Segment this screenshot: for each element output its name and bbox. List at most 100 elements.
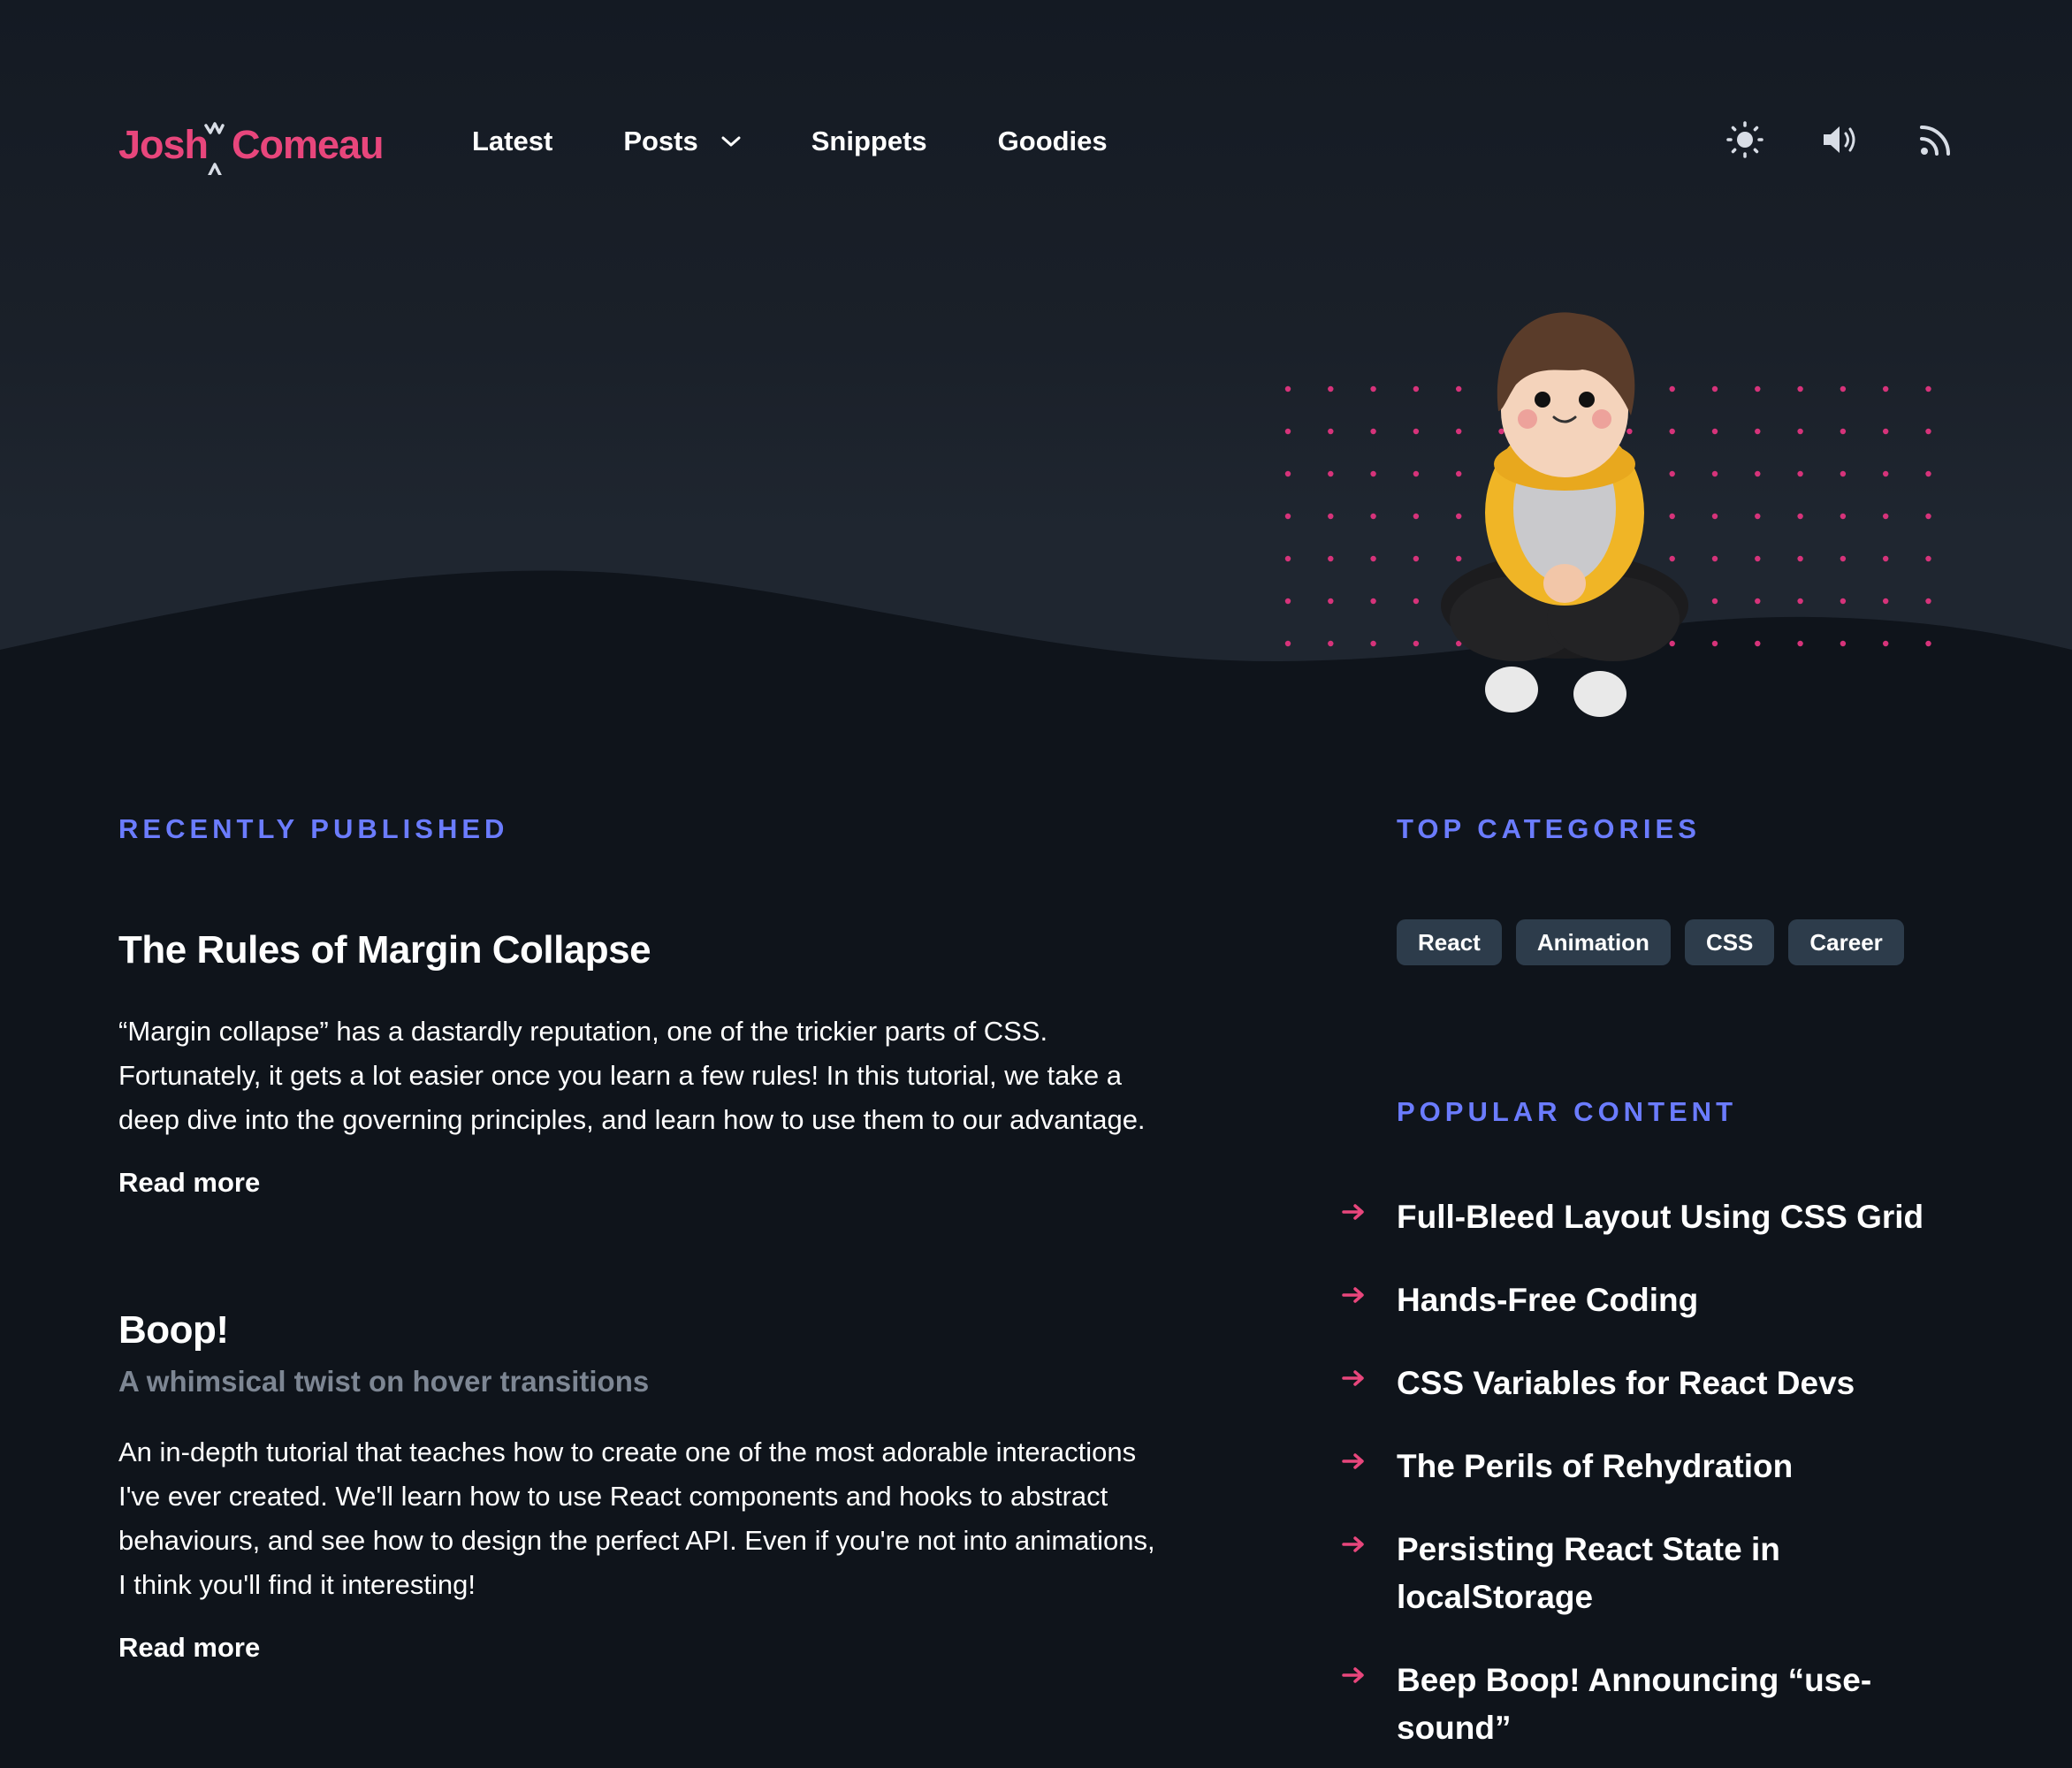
read-more-link[interactable]: Read more	[118, 1632, 260, 1664]
decorative-dot	[1840, 428, 1847, 435]
decorative-dot	[1925, 598, 1931, 605]
decorative-dot	[1755, 640, 1761, 647]
category-chip-css[interactable]: CSS	[1684, 919, 1775, 965]
decorative-dot	[1328, 640, 1334, 647]
popular-item-label: The Perils of Rehydration	[1397, 1448, 1794, 1484]
sound-toggle-button[interactable]	[1819, 118, 1862, 161]
sun-icon	[1726, 121, 1763, 158]
nav-snippets[interactable]: Snippets	[811, 126, 927, 157]
decorative-dot	[1840, 598, 1847, 605]
popular-item[interactable]: Hands-Free Coding	[1342, 1276, 2015, 1324]
decorative-dot	[1328, 513, 1334, 520]
read-more-link[interactable]: Read more	[118, 1167, 260, 1199]
nav-posts[interactable]: Posts	[623, 126, 741, 157]
decorative-dot	[1797, 513, 1803, 520]
decorative-dot	[1883, 555, 1889, 562]
popular-item-line: sound”	[1397, 1710, 1512, 1746]
volume-icon	[1824, 126, 1855, 153]
main-nav: Latest Posts Snippets Goodies	[472, 115, 1178, 168]
post-title[interactable]: The Rules of Margin Collapse	[118, 928, 1250, 972]
decorative-dot	[1370, 555, 1376, 562]
logo-first-name: Josh	[118, 122, 209, 167]
category-chip-animation[interactable]: Animation	[1515, 919, 1671, 965]
decorative-dot	[1797, 640, 1803, 647]
decorative-dot	[1711, 598, 1718, 605]
rss-feed-button[interactable]	[1915, 118, 1957, 161]
logo-last-name: Comeau	[232, 122, 385, 167]
decorative-dot	[1883, 470, 1889, 477]
decorative-dot	[1413, 598, 1420, 605]
decorative-dot	[1883, 385, 1889, 392]
decorative-dot	[1925, 428, 1931, 435]
decorative-dot	[1413, 640, 1420, 647]
post-excerpt: “Margin collapse” has a dastardly reputa…	[118, 1010, 1250, 1142]
decorative-dot	[1284, 598, 1291, 605]
decorative-dot	[1284, 428, 1291, 435]
decorative-dot	[1413, 470, 1420, 477]
decorative-dot	[1328, 385, 1334, 392]
decorative-dot	[1755, 555, 1761, 562]
main-content: Recently Published The Rules of Margin C…	[118, 813, 1250, 1663]
decorative-dot	[1284, 640, 1291, 647]
popular-item-label: Persisting React State in localStorage	[1397, 1526, 1945, 1621]
decorative-dot	[1328, 598, 1334, 605]
decorative-dot	[1284, 385, 1291, 392]
site-logo[interactable]: Josh Comeau	[118, 106, 401, 177]
decorative-dot	[1840, 555, 1847, 562]
decorative-dot	[1840, 513, 1847, 520]
popular-item[interactable]: Beep Boop! Announcing “use- sound”	[1342, 1657, 2015, 1752]
logo-squiggle-icon	[204, 122, 225, 175]
decorative-dot	[1840, 385, 1847, 392]
arrow-right-icon	[1342, 1287, 1364, 1303]
top-categories-heading: Top Categories	[1397, 813, 1701, 844]
popular-item-label: Full-Bleed Layout Using CSS Grid	[1397, 1199, 1924, 1235]
decorative-dot	[1840, 470, 1847, 477]
chevron-down-icon	[721, 136, 741, 147]
decorative-dot	[1755, 598, 1761, 605]
decorative-dot	[1370, 385, 1376, 392]
decorative-dot	[1883, 428, 1889, 435]
decorative-dot	[1755, 470, 1761, 477]
decorative-dot	[1711, 640, 1718, 647]
page: Josh Comeau Latest Posts Snippets Goodie…	[0, 0, 2072, 1768]
decorative-dot	[1925, 470, 1931, 477]
popular-content-heading: Popular Content	[1397, 1096, 1737, 1127]
popular-list: Full-Bleed Layout Using CSS Grid Hands-F…	[1342, 1193, 2015, 1768]
decorative-dot	[1370, 640, 1376, 647]
popular-item[interactable]: CSS Variables for React Devs	[1342, 1360, 2015, 1407]
recently-published-heading: Recently Published	[118, 813, 509, 844]
post-excerpt: An in-depth tutorial that teaches how to…	[118, 1430, 1250, 1607]
excerpt-line: I think you'll find it interesting!	[118, 1569, 476, 1600]
popular-item[interactable]: The Perils of Rehydration	[1342, 1443, 2015, 1490]
decorative-dot	[1711, 513, 1718, 520]
excerpt-line: behaviours, and see how to design the pe…	[118, 1525, 1155, 1556]
arrow-right-icon	[1342, 1204, 1364, 1220]
decorative-dot	[1370, 470, 1376, 477]
decorative-dot	[1883, 640, 1889, 647]
excerpt-line: deep dive into the governing principles,…	[118, 1104, 1146, 1135]
category-chip-react[interactable]: React	[1397, 919, 1502, 965]
nav-goodies[interactable]: Goodies	[998, 126, 1108, 157]
decorative-dot	[1925, 513, 1931, 520]
popular-item[interactable]: Persisting React State in localStorage	[1342, 1526, 2015, 1621]
nav-snippets-label: Snippets	[811, 126, 927, 156]
excerpt-line: I've ever created. We'll learn how to us…	[118, 1481, 1108, 1512]
rss-icon	[1920, 126, 1950, 156]
decorative-dot	[1370, 513, 1376, 520]
nav-latest[interactable]: Latest	[472, 126, 552, 157]
post-title[interactable]: Boop!	[118, 1308, 1250, 1353]
decorative-dot	[1413, 385, 1420, 392]
nav-posts-label: Posts	[623, 126, 698, 156]
decorative-dot	[1284, 470, 1291, 477]
decorative-dot	[1797, 385, 1803, 392]
decorative-dot	[1328, 555, 1334, 562]
decorative-dot	[1755, 428, 1761, 435]
decorative-dot	[1328, 428, 1334, 435]
decorative-dot	[1755, 513, 1761, 520]
category-chip-career[interactable]: Career	[1788, 919, 1904, 965]
decorative-dot	[1284, 513, 1291, 520]
decorative-dot	[1925, 385, 1931, 392]
popular-item[interactable]: Full-Bleed Layout Using CSS Grid	[1342, 1193, 2015, 1241]
category-chips: React Animation CSS Career	[1397, 919, 1918, 965]
theme-toggle-button[interactable]	[1724, 118, 1766, 161]
